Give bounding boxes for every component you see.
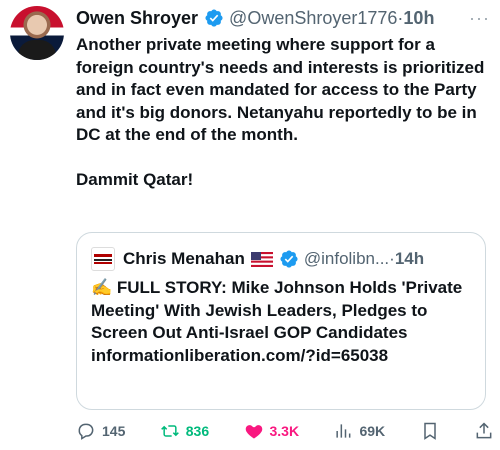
tweet-time[interactable]: 10h xyxy=(403,8,434,29)
quoted-tweet-header: Chris Menahan @infolibn... · 14h xyxy=(91,247,475,271)
bookmark-button[interactable] xyxy=(420,421,440,441)
share-icon xyxy=(476,422,492,439)
infolib-logo-icon xyxy=(94,254,112,264)
share-button[interactable] xyxy=(474,421,494,441)
repost-button[interactable]: 836 xyxy=(160,421,209,441)
like-icon xyxy=(245,425,262,439)
repost-count: 836 xyxy=(185,423,210,439)
quoted-tweet[interactable]: Chris Menahan @infolibn... · 14h ✍️ FULL… xyxy=(76,232,486,410)
quoted-author-avatar[interactable] xyxy=(91,247,115,271)
author-avatar[interactable] xyxy=(10,6,64,60)
more-options-button[interactable]: ··· xyxy=(469,8,496,29)
views-count: 69K xyxy=(359,423,386,439)
quoted-author-name[interactable]: Chris Menahan xyxy=(123,249,245,269)
repost-icon xyxy=(160,425,179,437)
verified-icon xyxy=(205,9,223,27)
reply-count: 145 xyxy=(102,423,126,439)
quoted-tweet-time[interactable]: 14h xyxy=(395,249,424,269)
bookmark-icon xyxy=(423,422,436,440)
quoted-author-handle[interactable]: @infolibn... xyxy=(304,249,389,269)
verified-icon xyxy=(280,250,298,268)
reply-button[interactable]: 145 xyxy=(76,421,125,441)
avatar-figure xyxy=(18,40,56,60)
us-flag-icon xyxy=(250,251,273,267)
views-button[interactable]: 69K xyxy=(333,421,385,441)
tweet-header: Owen Shroyer @OwenShroyer1776 · 10h ··· xyxy=(76,6,496,30)
like-count: 3.3K xyxy=(269,423,300,439)
action-bar: 145 836 3.3K 69K xyxy=(76,418,494,444)
quoted-tweet-text: ✍️ FULL STORY: Mike Johnson Holds 'Priva… xyxy=(91,278,467,365)
reply-icon xyxy=(78,423,94,440)
like-button[interactable]: 3.3K xyxy=(244,421,300,441)
author-name[interactable]: Owen Shroyer xyxy=(76,8,198,29)
views-icon xyxy=(336,424,351,438)
author-handle[interactable]: @OwenShroyer1776 xyxy=(229,8,397,29)
tweet-text: Another private meeting where support fo… xyxy=(76,35,485,189)
